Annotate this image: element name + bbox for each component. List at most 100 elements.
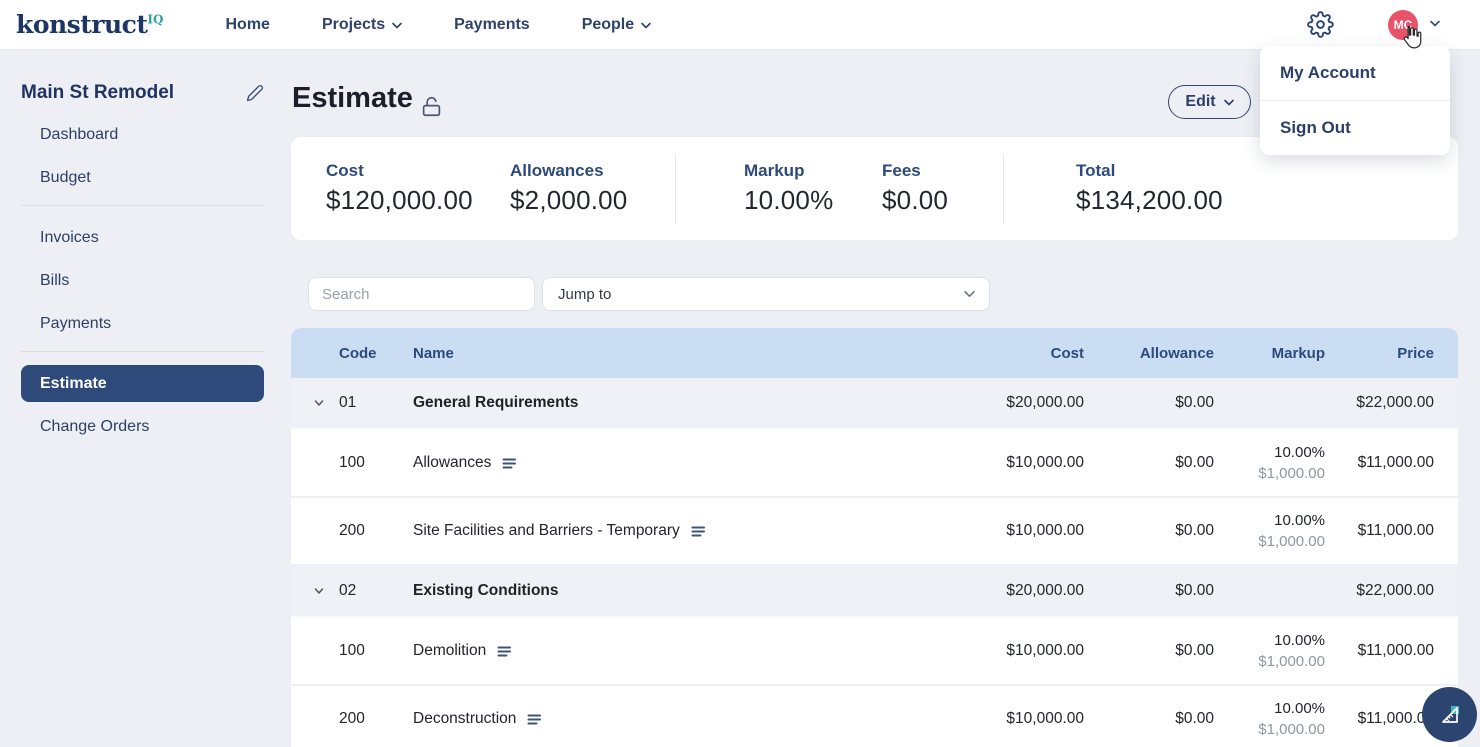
note-lines-icon[interactable] (527, 713, 542, 726)
sidebar-item-label: Invoices (40, 229, 99, 247)
chevron-down-icon (964, 290, 975, 298)
project-header: Main St Remodel (21, 82, 264, 104)
user-menu: My AccountSign Out (1260, 46, 1450, 155)
nav-item-projects[interactable]: Projects (322, 16, 402, 34)
table-body: 01 General Requirements $20,000.00 $0.00… (291, 378, 1458, 747)
edit-button[interactable]: Edit (1168, 85, 1251, 119)
sidebar-item-change-orders[interactable]: Change Orders (21, 408, 264, 445)
row-allowance: $0.00 (1084, 582, 1214, 600)
row-name: Existing Conditions (413, 582, 934, 600)
row-markup-percent: 10.00% (1274, 442, 1325, 463)
row-price: $22,000.00 (1325, 394, 1434, 412)
sidebar-nav: Dashboard Budget Invoices Bills Payments Esti… (21, 116, 264, 451)
sidebar-item-label: Bills (40, 272, 69, 290)
sidebar-item-dashboard[interactable]: Dashboard (21, 116, 264, 153)
summary-card-value: 10.00% (744, 185, 882, 216)
avatar[interactable]: MC (1388, 10, 1418, 40)
row-price: $22,000.00 (1325, 582, 1434, 600)
row-cost: $10,000.00 (934, 522, 1084, 540)
sidebar-item-label: Estimate (40, 375, 107, 393)
column-markup: Markup (1214, 345, 1325, 362)
summary-divider (1003, 154, 1004, 224)
table-item-row[interactable]: 200 Site Facilities and Barriers - Tempo… (291, 498, 1458, 566)
top-navigation-bar: konstructIQ Home Projects Payments Peopl… (0, 0, 1480, 50)
avatar-chevron-down-icon[interactable] (1430, 20, 1440, 27)
summary-card-value: $134,200.00 (1076, 185, 1223, 216)
table-item-row[interactable]: 200 Deconstruction $10,000.00 $0.00 10.0… (291, 686, 1458, 747)
table-item-row[interactable]: 100 Allowances $10,000.00 $0.00 10.00% $… (291, 430, 1458, 498)
summary-card-markup: Markup 10.00% (744, 161, 882, 216)
summary-card-label: Fees (882, 161, 1003, 181)
row-allowance: $0.00 (1084, 454, 1214, 472)
row-cost: $20,000.00 (934, 582, 1084, 600)
user-menu-item-sign-out[interactable]: Sign Out (1260, 101, 1450, 155)
table-item-row[interactable]: 100 Demolition $10,000.00 $0.00 10.00% $… (291, 618, 1458, 686)
search-input[interactable] (308, 277, 535, 311)
column-code: Code (339, 345, 413, 362)
sidebar-item-payments[interactable]: Payments (21, 305, 264, 342)
table-group-row[interactable]: 01 General Requirements $20,000.00 $0.00… (291, 378, 1458, 430)
chevron-down-icon (1224, 99, 1234, 106)
row-code: 200 (339, 710, 413, 728)
row-name: General Requirements (413, 394, 934, 412)
sidebar-divider (21, 205, 264, 206)
table-header: Code Name Cost Allowance Markup Price (291, 328, 1458, 378)
row-price: $11,000.00 (1325, 642, 1434, 660)
user-menu-item-my-account[interactable]: My Account (1260, 46, 1450, 100)
demo-widget-button[interactable] (1422, 687, 1477, 742)
summary-card-allowances: Allowances $2,000.00 (510, 161, 675, 216)
sidebar-item-estimate[interactable]: Estimate (21, 365, 264, 402)
nav-item-home[interactable]: Home (226, 16, 270, 34)
note-lines-icon[interactable] (691, 525, 706, 538)
summary-divider (675, 154, 676, 224)
sidebar-item-label: Change Orders (40, 418, 149, 436)
gear-icon[interactable] (1307, 11, 1334, 38)
app-window: konstructIQ Home Projects Payments Peopl… (0, 0, 1480, 747)
sidebar-item-label: Budget (40, 169, 91, 187)
row-allowance: $0.00 (1084, 710, 1214, 728)
konstruct-logo[interactable]: konstructIQ (16, 10, 164, 39)
row-cost: $10,000.00 (934, 710, 1084, 728)
column-name: Name (413, 345, 934, 362)
row-markup-amount: $1,000.00 (1258, 531, 1325, 552)
row-name: Demolition (413, 642, 486, 660)
table-group-row[interactable]: 02 Existing Conditions $20,000.00 $0.00 … (291, 566, 1458, 618)
column-price: Price (1325, 345, 1434, 362)
jump-to-select[interactable]: Jump to (542, 277, 990, 311)
row-name: Deconstruction (413, 710, 516, 728)
chevron-down-icon (641, 22, 651, 29)
summary-card-value: $0.00 (882, 185, 1003, 216)
project-name: Main St Remodel (21, 82, 174, 104)
row-cost: $10,000.00 (934, 642, 1084, 660)
nav-item-label: Payments (454, 16, 530, 34)
collapse-chevron-icon[interactable] (313, 397, 339, 409)
row-name: Site Facilities and Barriers - Temporary (413, 522, 680, 540)
summary-card-total: Total $134,200.00 (1076, 161, 1223, 216)
top-nav: Home Projects Payments People (226, 16, 652, 34)
sidebar-item-bills[interactable]: Bills (21, 262, 264, 299)
row-markup-amount: $1,000.00 (1258, 719, 1325, 740)
row-price: $11,000.00 (1325, 710, 1434, 728)
unlock-icon[interactable] (421, 96, 442, 117)
column-cost: Cost (934, 345, 1084, 362)
sidebar-divider (21, 351, 264, 352)
row-allowance: $0.00 (1084, 642, 1214, 660)
note-lines-icon[interactable] (502, 457, 517, 470)
summary-card-label: Markup (744, 161, 882, 181)
row-markup-percent: 10.00% (1274, 698, 1325, 719)
nav-item-people[interactable]: People (582, 16, 651, 34)
row-code: 01 (339, 394, 413, 412)
sidebar-item-invoices[interactable]: Invoices (21, 219, 264, 256)
row-price: $11,000.00 (1325, 522, 1434, 540)
nav-item-payments[interactable]: Payments (454, 16, 530, 34)
summary-card-label: Total (1076, 161, 1223, 181)
note-lines-icon[interactable] (497, 645, 512, 658)
chevron-down-icon (392, 22, 402, 29)
sidebar-item-budget[interactable]: Budget (21, 159, 264, 196)
row-code: 02 (339, 582, 413, 600)
edit-pencil-icon[interactable] (246, 84, 264, 102)
summary-card-value: $120,000.00 (326, 185, 510, 216)
row-allowance: $0.00 (1084, 394, 1214, 412)
collapse-chevron-icon[interactable] (313, 585, 339, 597)
nav-item-label: Projects (322, 16, 385, 34)
